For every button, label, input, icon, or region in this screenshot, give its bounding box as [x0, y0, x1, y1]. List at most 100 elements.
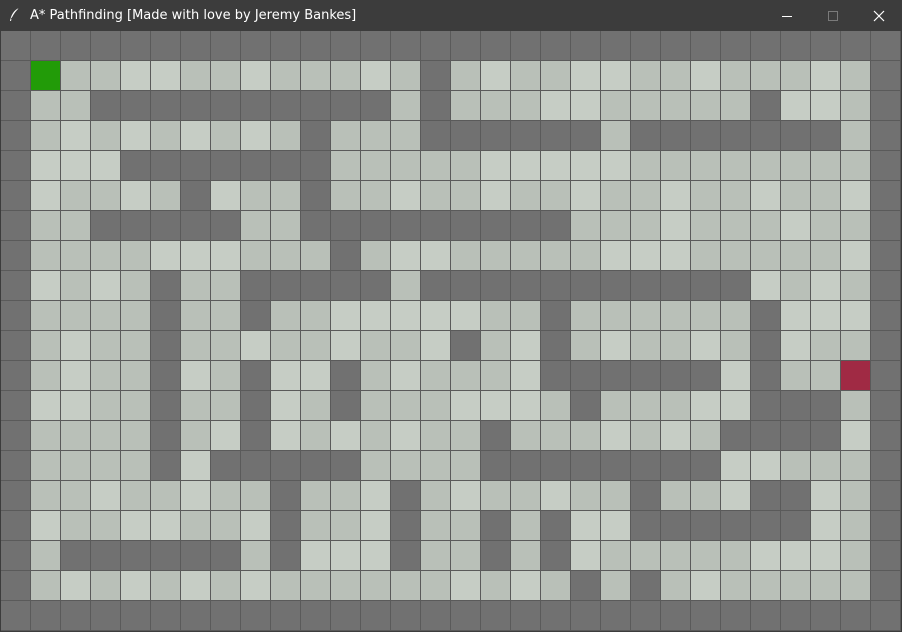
open-cell[interactable]: [721, 451, 750, 480]
open-cell[interactable]: [481, 301, 510, 330]
open-cell[interactable]: [331, 181, 360, 210]
open-cell[interactable]: [271, 61, 300, 90]
open-cell[interactable]: [511, 91, 540, 120]
open-cell[interactable]: [271, 331, 300, 360]
open-cell[interactable]: [511, 241, 540, 270]
wall-cell[interactable]: [121, 541, 150, 570]
wall-cell[interactable]: [721, 121, 750, 150]
open-cell[interactable]: [61, 271, 90, 300]
wall-cell[interactable]: [871, 421, 900, 450]
open-cell[interactable]: [391, 271, 420, 300]
wall-cell[interactable]: [691, 121, 720, 150]
open-cell[interactable]: [61, 391, 90, 420]
open-cell[interactable]: [811, 181, 840, 210]
open-cell[interactable]: [391, 451, 420, 480]
wall-cell[interactable]: [871, 361, 900, 390]
wall-cell[interactable]: [421, 121, 450, 150]
open-cell[interactable]: [61, 91, 90, 120]
wall-cell[interactable]: [301, 271, 330, 300]
wall-cell[interactable]: [751, 601, 780, 630]
open-cell[interactable]: [361, 241, 390, 270]
open-cell[interactable]: [751, 61, 780, 90]
open-cell[interactable]: [211, 391, 240, 420]
open-cell[interactable]: [661, 571, 690, 600]
open-cell[interactable]: [361, 571, 390, 600]
open-cell[interactable]: [271, 241, 300, 270]
wall-cell[interactable]: [631, 481, 660, 510]
open-cell[interactable]: [181, 571, 210, 600]
wall-cell[interactable]: [541, 121, 570, 150]
wall-cell[interactable]: [271, 511, 300, 540]
open-cell[interactable]: [811, 151, 840, 180]
wall-cell[interactable]: [481, 511, 510, 540]
open-cell[interactable]: [691, 61, 720, 90]
open-cell[interactable]: [601, 571, 630, 600]
wall-cell[interactable]: [481, 31, 510, 60]
wall-cell[interactable]: [1, 601, 30, 630]
wall-cell[interactable]: [1, 301, 30, 330]
wall-cell[interactable]: [511, 451, 540, 480]
wall-cell[interactable]: [541, 511, 570, 540]
open-cell[interactable]: [211, 331, 240, 360]
open-cell[interactable]: [601, 151, 630, 180]
open-cell[interactable]: [121, 271, 150, 300]
open-cell[interactable]: [361, 511, 390, 540]
open-cell[interactable]: [181, 61, 210, 90]
open-cell[interactable]: [781, 541, 810, 570]
wall-cell[interactable]: [391, 481, 420, 510]
open-cell[interactable]: [691, 301, 720, 330]
wall-cell[interactable]: [661, 601, 690, 630]
wall-cell[interactable]: [211, 601, 240, 630]
open-cell[interactable]: [271, 211, 300, 240]
title-bar[interactable]: A* Pathfinding [Made with love by Jeremy…: [0, 0, 902, 31]
wall-cell[interactable]: [751, 91, 780, 120]
open-cell[interactable]: [691, 481, 720, 510]
wall-cell[interactable]: [781, 121, 810, 150]
open-cell[interactable]: [841, 121, 870, 150]
open-cell[interactable]: [601, 421, 630, 450]
wall-cell[interactable]: [1, 31, 30, 60]
open-cell[interactable]: [361, 541, 390, 570]
wall-cell[interactable]: [751, 421, 780, 450]
open-cell[interactable]: [211, 361, 240, 390]
open-cell[interactable]: [391, 181, 420, 210]
open-cell[interactable]: [121, 421, 150, 450]
open-cell[interactable]: [421, 421, 450, 450]
open-cell[interactable]: [451, 361, 480, 390]
open-cell[interactable]: [511, 481, 540, 510]
open-cell[interactable]: [481, 361, 510, 390]
open-cell[interactable]: [811, 571, 840, 600]
open-cell[interactable]: [541, 421, 570, 450]
open-cell[interactable]: [61, 571, 90, 600]
open-cell[interactable]: [811, 271, 840, 300]
wall-cell[interactable]: [661, 121, 690, 150]
open-cell[interactable]: [151, 121, 180, 150]
open-cell[interactable]: [211, 421, 240, 450]
open-cell[interactable]: [91, 301, 120, 330]
open-cell[interactable]: [301, 511, 330, 540]
wall-cell[interactable]: [751, 121, 780, 150]
open-cell[interactable]: [301, 301, 330, 330]
wall-cell[interactable]: [211, 151, 240, 180]
open-cell[interactable]: [631, 331, 660, 360]
wall-cell[interactable]: [151, 301, 180, 330]
wall-cell[interactable]: [331, 241, 360, 270]
open-cell[interactable]: [571, 301, 600, 330]
open-cell[interactable]: [301, 361, 330, 390]
open-cell[interactable]: [451, 91, 480, 120]
wall-cell[interactable]: [121, 31, 150, 60]
wall-cell[interactable]: [391, 211, 420, 240]
open-cell[interactable]: [151, 181, 180, 210]
wall-cell[interactable]: [871, 481, 900, 510]
wall-cell[interactable]: [541, 271, 570, 300]
open-cell[interactable]: [451, 511, 480, 540]
wall-cell[interactable]: [301, 151, 330, 180]
wall-cell[interactable]: [661, 451, 690, 480]
open-cell[interactable]: [61, 301, 90, 330]
open-cell[interactable]: [181, 121, 210, 150]
wall-cell[interactable]: [661, 31, 690, 60]
wall-cell[interactable]: [151, 361, 180, 390]
open-cell[interactable]: [451, 301, 480, 330]
open-cell[interactable]: [571, 151, 600, 180]
open-cell[interactable]: [571, 61, 600, 90]
